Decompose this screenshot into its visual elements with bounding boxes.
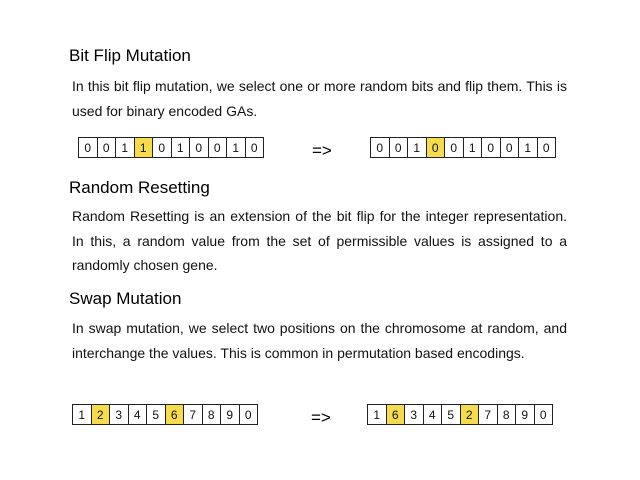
gene-cell: 0 — [78, 137, 98, 158]
gene-cell: 1 — [462, 137, 482, 158]
gene-cell: 0 — [425, 137, 445, 158]
gene-cell: 1 — [133, 137, 153, 158]
gene-cell: 3 — [404, 404, 424, 425]
gene-cell: 0 — [481, 137, 501, 158]
gene-cell: 3 — [109, 404, 129, 425]
gene-cell: 1 — [407, 137, 427, 158]
gene-cell: 1 — [367, 404, 387, 425]
gene-cell: 5 — [146, 404, 166, 425]
gene-cell: 0 — [499, 137, 519, 158]
gene-cell: 1 — [518, 137, 538, 158]
gene-cell: 0 — [207, 137, 227, 158]
gene-cell: 1 — [170, 137, 190, 158]
gene-cell: 0 — [96, 137, 116, 158]
gene-cell: 8 — [201, 404, 221, 425]
random-resetting-description: Random Resetting is an extension of the … — [72, 208, 567, 273]
swap-arrow: => — [311, 408, 331, 427]
gene-cell: 7 — [183, 404, 203, 425]
gene-cell: 2 — [459, 404, 479, 425]
swap-heading: Swap Mutation — [69, 289, 182, 308]
gene-cell: 2 — [90, 404, 110, 425]
gene-cell: 4 — [422, 404, 442, 425]
gene-cell: 0 — [536, 137, 556, 158]
gene-cell: 5 — [441, 404, 461, 425]
gene-cell: 0 — [388, 137, 408, 158]
bit-flip-after-chromosome: 0010010010 — [370, 137, 556, 158]
gene-cell: 0 — [189, 137, 209, 158]
gene-cell: 0 — [238, 404, 258, 425]
random-resetting-heading: Random Resetting — [69, 178, 210, 197]
gene-cell: 0 — [533, 404, 553, 425]
gene-cell: 0 — [370, 137, 390, 158]
gene-cell: 1 — [115, 137, 135, 158]
swap-after-chromosome: 1634527890 — [367, 404, 553, 425]
gene-cell: 7 — [478, 404, 498, 425]
bit-flip-before-chromosome: 0011010010 — [78, 137, 264, 158]
gene-cell: 9 — [220, 404, 240, 425]
gene-cell: 6 — [385, 404, 405, 425]
gene-cell: 4 — [127, 404, 147, 425]
bit-flip-description: In this bit flip mutation, we select one… — [72, 78, 567, 119]
swap-description: In swap mutation, we select two position… — [72, 320, 567, 361]
swap-before-chromosome: 1234567890 — [72, 404, 258, 425]
gene-cell: 1 — [72, 404, 92, 425]
gene-cell: 6 — [164, 404, 184, 425]
bit-flip-heading: Bit Flip Mutation — [69, 46, 191, 65]
gene-cell: 9 — [515, 404, 535, 425]
gene-cell: 0 — [244, 137, 264, 158]
gene-cell: 1 — [226, 137, 246, 158]
gene-cell: 0 — [444, 137, 464, 158]
gene-cell: 8 — [496, 404, 516, 425]
bit-flip-arrow: => — [312, 141, 332, 160]
gene-cell: 0 — [152, 137, 172, 158]
